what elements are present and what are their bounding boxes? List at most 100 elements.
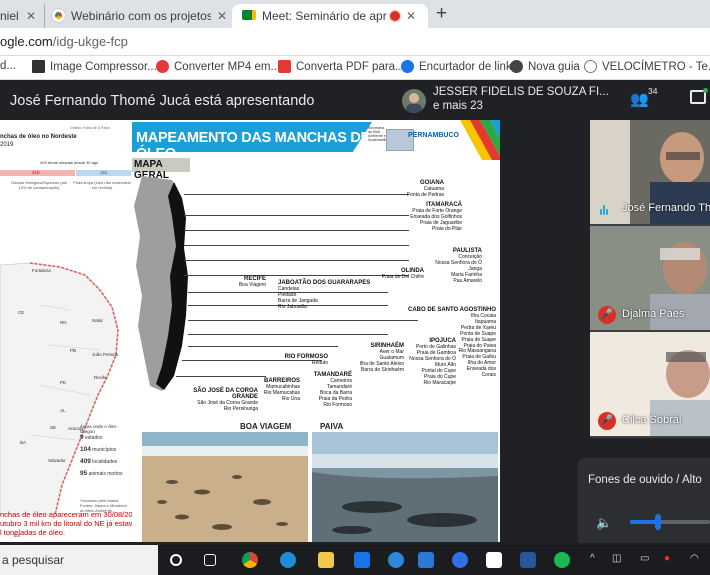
location-group: SIRINHAÉM Aver o Mar Gualamum Ilha de Sa… bbox=[336, 343, 404, 373]
presentation-slide: nchas de óleo no Nordeste 2019 Gráfico: … bbox=[0, 120, 500, 542]
new-tab-button[interactable]: + bbox=[436, 3, 447, 25]
file-explorer-icon[interactable] bbox=[318, 552, 334, 568]
location-group: Rio Massangana Praia de Gaíbu Ilha do Am… bbox=[456, 348, 496, 378]
location-item: Rio Formoso bbox=[323, 402, 352, 408]
avatar bbox=[402, 89, 426, 113]
battery-icon: ▭ bbox=[640, 553, 650, 564]
state-label: PE bbox=[60, 380, 67, 385]
location-group: RECIFE Boa Viagem bbox=[234, 276, 266, 288]
leader-line bbox=[184, 245, 409, 246]
state-label: SE bbox=[50, 425, 57, 430]
city-label: Salvador bbox=[48, 458, 66, 463]
stat-item: 409 localidades bbox=[80, 458, 118, 465]
location-group: SÃO JOSÉ DA COROA GRANDE São José da Cor… bbox=[176, 388, 258, 412]
bookmark-label: Nova guia bbox=[528, 60, 580, 73]
leader-line bbox=[188, 334, 388, 335]
link-icon bbox=[401, 60, 414, 73]
clean-caption: Praia limpa (óleo não observado em revis… bbox=[73, 180, 131, 190]
word-icon[interactable] bbox=[520, 552, 536, 568]
clean-count: 161 bbox=[100, 170, 108, 175]
location-group: GOIANA Catuama Ponta de Pedras bbox=[382, 180, 444, 198]
skype-icon[interactable] bbox=[452, 552, 468, 568]
mic-muted-icon: 🎤 bbox=[598, 306, 616, 324]
leader-line bbox=[184, 194, 409, 195]
bookmark-item[interactable]: Converter MP4 em... bbox=[156, 60, 280, 73]
leader-line bbox=[188, 346, 338, 347]
mail-icon[interactable] bbox=[418, 552, 434, 568]
chrome-icon[interactable] bbox=[242, 552, 258, 568]
chrome-icon bbox=[52, 9, 65, 22]
bookmark-item[interactable]: Nova guia bbox=[510, 60, 580, 73]
left-infographic: nchas de óleo no Nordeste 2019 Gráfico: … bbox=[0, 120, 141, 542]
wifi-icon[interactable]: ◠ bbox=[690, 553, 699, 564]
photo-caption: BOA VIAGEM bbox=[240, 422, 292, 431]
participant-tile[interactable]: 🎤 Djalma Paes bbox=[590, 226, 710, 330]
spotify-icon[interactable] bbox=[554, 552, 570, 568]
edge-icon[interactable] bbox=[280, 552, 296, 568]
bookmark-item[interactable]: Converta PDF para... bbox=[278, 60, 405, 73]
tray-chevron-icon[interactable]: ^ bbox=[590, 553, 595, 564]
meet-window: José Fernando Thomé Jucá está apresentan… bbox=[0, 80, 710, 545]
infographic-areas: 409 áreas oleadas desde 30 ago bbox=[40, 160, 99, 165]
location-group: BARREIROS Mamucabinhas Rio Mamucabas Rio… bbox=[254, 378, 300, 402]
participant-tile[interactable]: José Fernando Th bbox=[590, 120, 710, 224]
globe-icon bbox=[510, 60, 523, 73]
tab-meet[interactable]: Meet: Seminário de apresent ✕ bbox=[232, 4, 428, 28]
location-item: Rio Maracaípe bbox=[423, 380, 456, 386]
tab-2[interactable]: Webinário com os projetos do Ec ✕ bbox=[44, 4, 230, 28]
location-item: Reduto bbox=[311, 360, 328, 366]
tab-1[interactable]: niel ✕ bbox=[0, 4, 44, 28]
leader-line bbox=[176, 376, 266, 377]
close-icon[interactable]: ✕ bbox=[406, 9, 416, 23]
participant-tile[interactable]: 🎤 Cilca Sobral bbox=[590, 332, 710, 436]
state-label: BA bbox=[20, 440, 27, 445]
infographic-year: 2019 bbox=[0, 142, 14, 148]
taskbar-search[interactable]: a pesquisar bbox=[0, 545, 158, 575]
taskbar-search-text: a pesquisar bbox=[2, 553, 65, 567]
bookmark-item[interactable]: VELOCÍMETRO - Te... bbox=[584, 60, 710, 73]
section-heading: MAPA GERAL bbox=[132, 158, 190, 181]
url-path: /idg-ukge-fcp bbox=[52, 34, 128, 49]
infographic-credit: Gráfico: Folha de S.Paulo bbox=[70, 126, 111, 130]
image-icon bbox=[32, 60, 45, 73]
bookmark-label: VELOCÍMETRO - Te... bbox=[602, 60, 710, 73]
location-item: Rio Una bbox=[281, 396, 300, 402]
decorative-stripes bbox=[460, 120, 500, 160]
address-bar[interactable]: ogle.com/idg-ukge-fcp bbox=[0, 28, 710, 56]
location-item: Enseada dos Corais bbox=[466, 366, 496, 378]
presenting-banner: José Fernando Thomé Jucá está apresentan… bbox=[10, 93, 315, 109]
active-speaker: JESSER FIDELIS DE SOUZA FI... e mais 23 bbox=[433, 85, 609, 113]
state-label: CE bbox=[18, 310, 25, 315]
volume-slider-handle[interactable] bbox=[655, 514, 661, 530]
close-icon[interactable]: ✕ bbox=[26, 9, 36, 23]
tab-meet-label: Meet: Seminário de apresent bbox=[262, 9, 387, 23]
people-count: 34 bbox=[648, 86, 658, 96]
task-view-icon[interactable] bbox=[204, 554, 216, 566]
state-label: RN bbox=[60, 320, 67, 325]
convert-icon bbox=[156, 60, 169, 73]
audio-device-label[interactable]: Fones de ouvido / Alto bbox=[588, 474, 702, 486]
speaker-name: JESSER FIDELIS DE SOUZA FI... bbox=[433, 86, 609, 98]
cortana-icon[interactable] bbox=[170, 554, 182, 566]
tray-icon[interactable]: ◫ bbox=[612, 553, 621, 564]
map-slide-content: MAPEAMENTO DAS MANCHAS DE ÓLEO Secretari… bbox=[132, 120, 500, 542]
browser-icon[interactable] bbox=[388, 552, 404, 568]
secretaria-logo-text: Secretaria de Meio Ambiente e Sustentabi… bbox=[368, 126, 394, 142]
people-icon[interactable]: 👥 bbox=[630, 90, 649, 108]
network-alert-icon[interactable]: ● bbox=[664, 553, 670, 564]
location-group: JABOATÃO DOS GUARARAPES Candeias Piedade… bbox=[278, 280, 374, 310]
bookmark-item[interactable]: Encurtador de link bbox=[401, 60, 512, 73]
url-text[interactable]: ogle.com/idg-ukge-fcp bbox=[0, 34, 128, 49]
location-item: Rio Persinunga bbox=[223, 406, 258, 412]
bookmark-item[interactable]: d... bbox=[0, 60, 16, 72]
bookmark-item[interactable]: Image Compressor... bbox=[32, 60, 157, 73]
close-icon[interactable]: ✕ bbox=[217, 9, 227, 23]
location-item: Ponta de Pedras bbox=[406, 192, 444, 198]
bookmark-label: d... bbox=[0, 60, 16, 72]
paint-icon[interactable] bbox=[486, 552, 502, 568]
store-icon[interactable] bbox=[354, 552, 370, 568]
audio-output-panel: Fones de ouvido / Alto 🔈 bbox=[578, 458, 710, 543]
tab-1-label: niel bbox=[0, 9, 19, 23]
location-item: Pau Amarelo bbox=[453, 278, 482, 284]
city-label: Natal bbox=[92, 318, 103, 323]
